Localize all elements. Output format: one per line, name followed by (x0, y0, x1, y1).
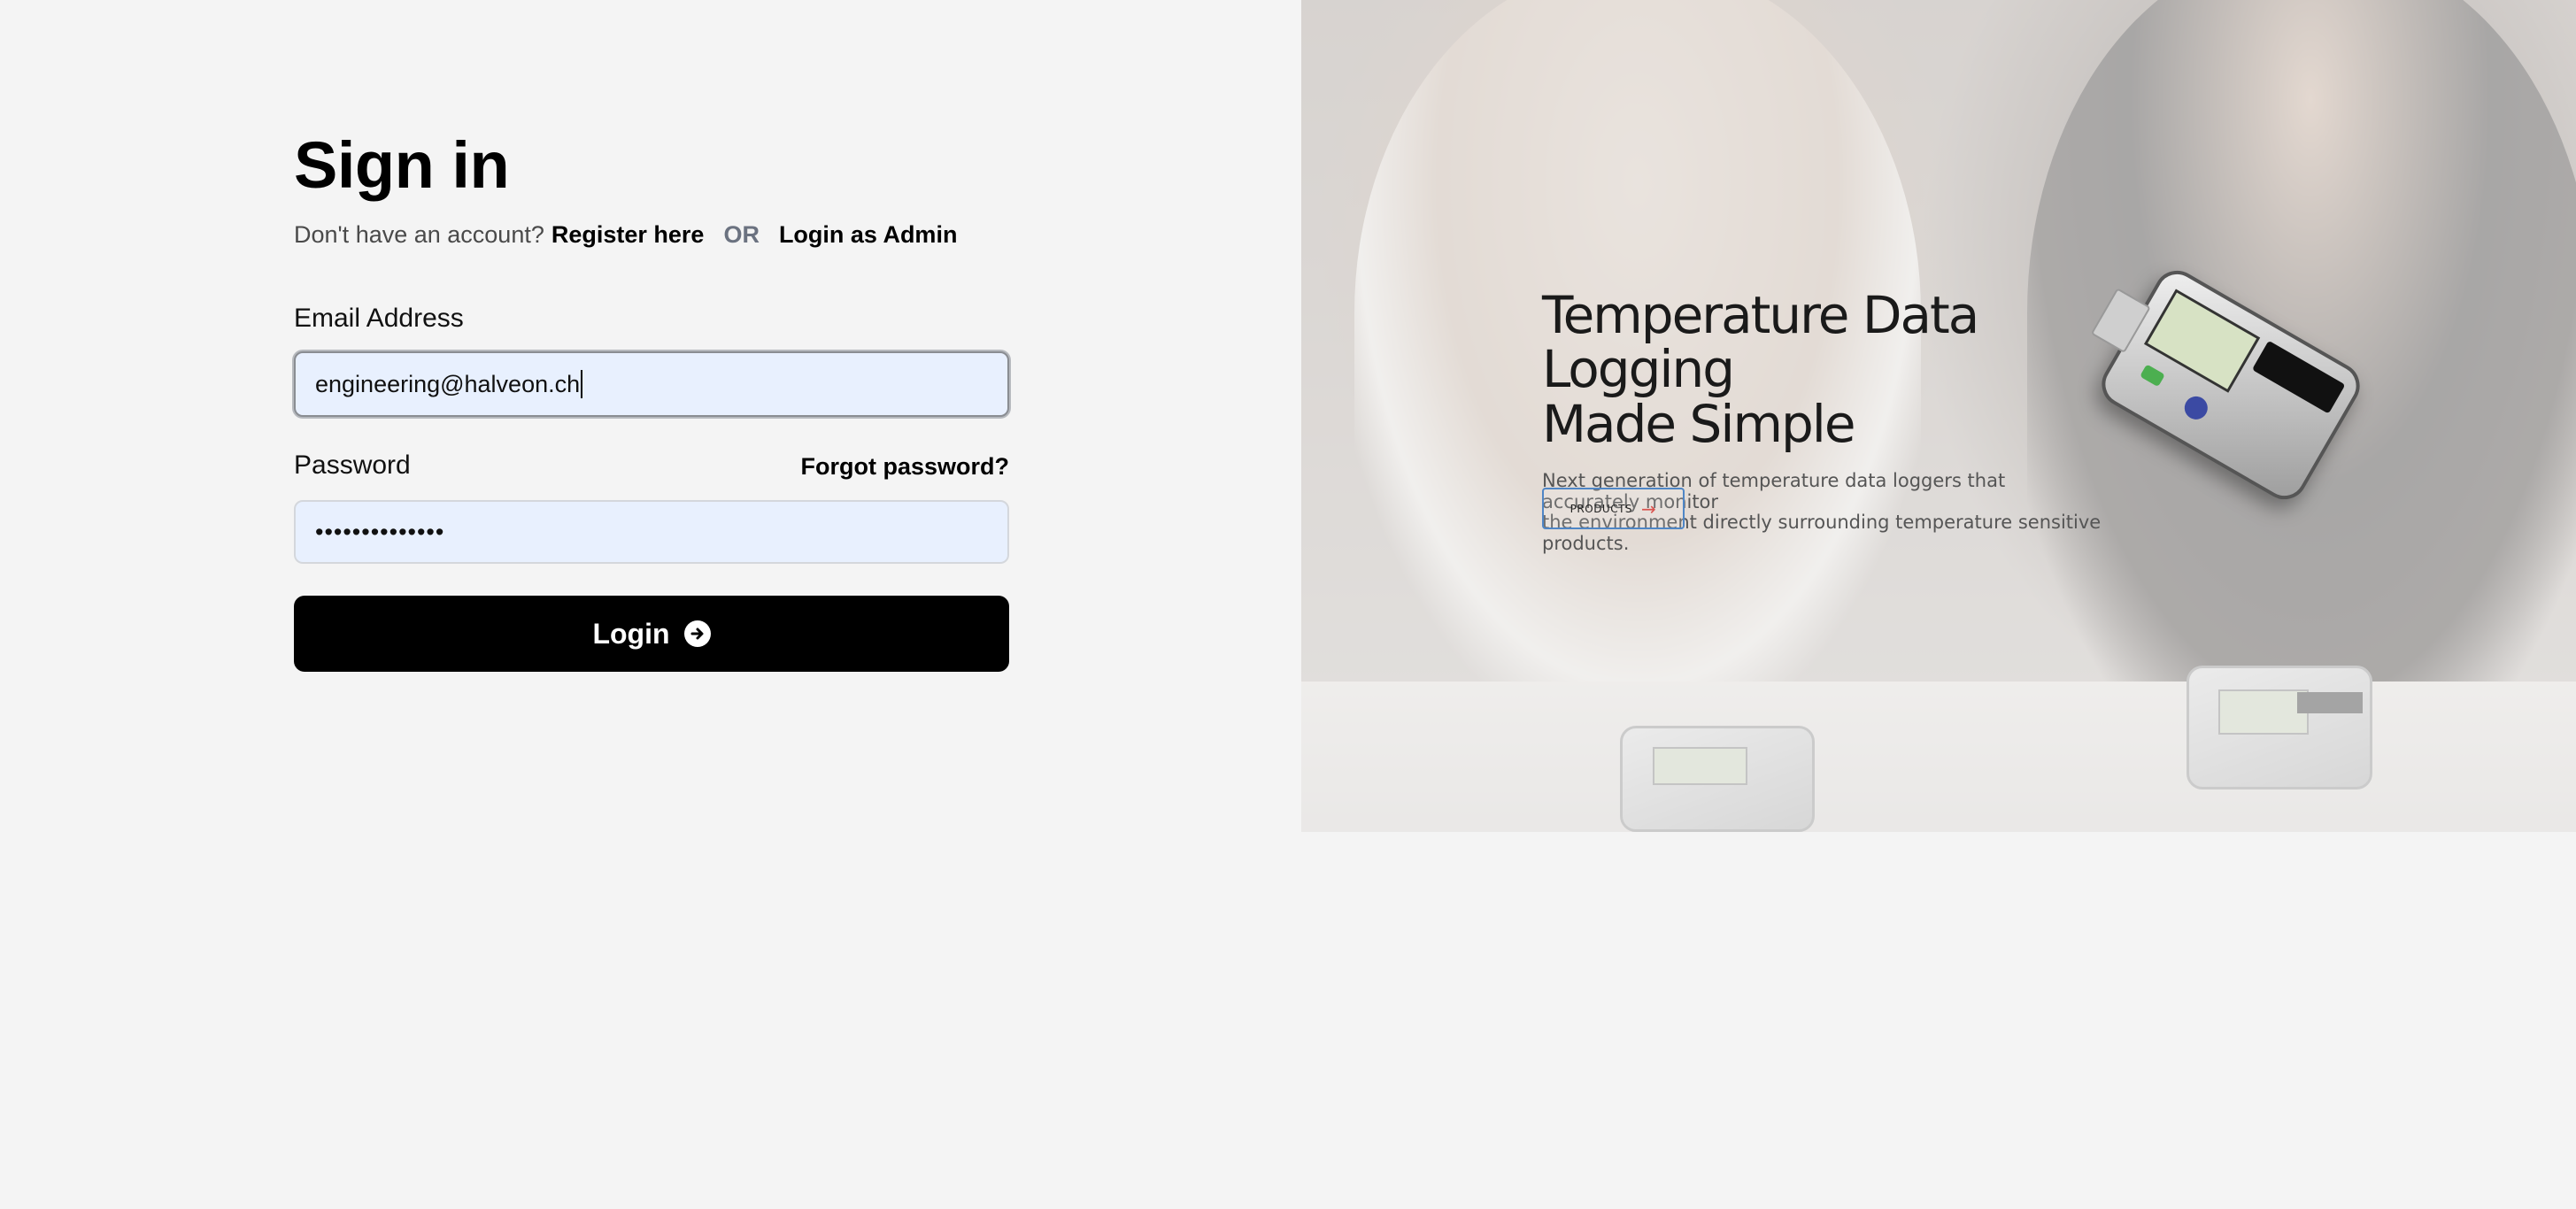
text-cursor (581, 370, 583, 398)
signin-form: Sign in Don't have an account? Register … (294, 133, 1009, 672)
account-options: Don't have an account? Register here OR … (294, 221, 1009, 249)
no-account-text: Don't have an account? (294, 221, 544, 248)
register-link[interactable]: Register here (551, 221, 705, 249)
login-button[interactable]: Login (294, 596, 1009, 672)
login-page: Sign in Don't have an account? Register … (0, 0, 2576, 1209)
device-button (2180, 392, 2212, 424)
arrow-right-icon: → (1641, 497, 1657, 520)
or-separator: OR (723, 221, 760, 248)
email-field[interactable]: engineering@halveon.ch (294, 351, 1009, 417)
login-button-label: Login (592, 617, 670, 650)
hero-title: Temperature Data Logging Made Simple (1542, 285, 2109, 454)
products-button-label: PRODUCTS (1570, 502, 1633, 515)
hero-title-line-2: Made Simple (1542, 393, 1856, 454)
forgot-password-link[interactable]: Forgot password? (801, 453, 1010, 481)
email-label: Email Address (294, 304, 464, 333)
page-title: Sign in (294, 128, 510, 202)
password-value: •••••••••••••• (315, 518, 445, 545)
device-status-led (2140, 364, 2165, 388)
email-value: engineering@halveon.ch (315, 370, 581, 397)
hero-banner: Temperature Data Logging Made Simple Nex… (1301, 0, 2576, 832)
password-header: Password Forgot password? (294, 450, 1009, 481)
password-label: Password (294, 450, 411, 480)
products-button[interactable]: PRODUCTS → (1542, 488, 1685, 529)
login-as-admin-link[interactable]: Login as Admin (779, 221, 958, 249)
arrow-right-circle-icon (683, 620, 711, 647)
arrow-right-circle-glyph (690, 628, 704, 640)
password-field[interactable]: •••••••••••••• (294, 500, 1009, 564)
hero-title-line-1: Temperature Data Logging (1542, 285, 1979, 400)
